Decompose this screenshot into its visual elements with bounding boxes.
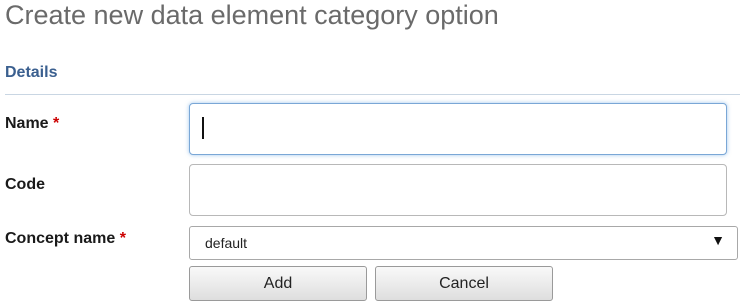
name-label: Name * bbox=[5, 115, 59, 133]
name-input[interactable] bbox=[189, 103, 727, 155]
cancel-button[interactable]: Cancel bbox=[375, 266, 553, 301]
name-label-text: Name bbox=[5, 115, 49, 132]
concept-name-selected-value: default bbox=[205, 235, 248, 251]
required-marker: * bbox=[119, 230, 126, 247]
concept-name-label: Concept name * bbox=[5, 230, 126, 248]
page-title: Create new data element category option bbox=[5, 0, 499, 30]
required-marker: * bbox=[53, 115, 60, 132]
code-input[interactable] bbox=[189, 164, 727, 216]
code-label-text: Code bbox=[5, 176, 45, 193]
add-button[interactable]: Add bbox=[189, 266, 367, 301]
dropdown-arrow-icon: ▼ bbox=[711, 232, 725, 248]
concept-name-label-text: Concept name bbox=[5, 230, 116, 247]
text-caret bbox=[202, 117, 204, 139]
concept-name-select[interactable]: default ▼ bbox=[189, 226, 738, 260]
section-divider bbox=[5, 94, 740, 95]
code-label: Code bbox=[5, 176, 45, 194]
section-header-details: Details bbox=[5, 64, 58, 81]
